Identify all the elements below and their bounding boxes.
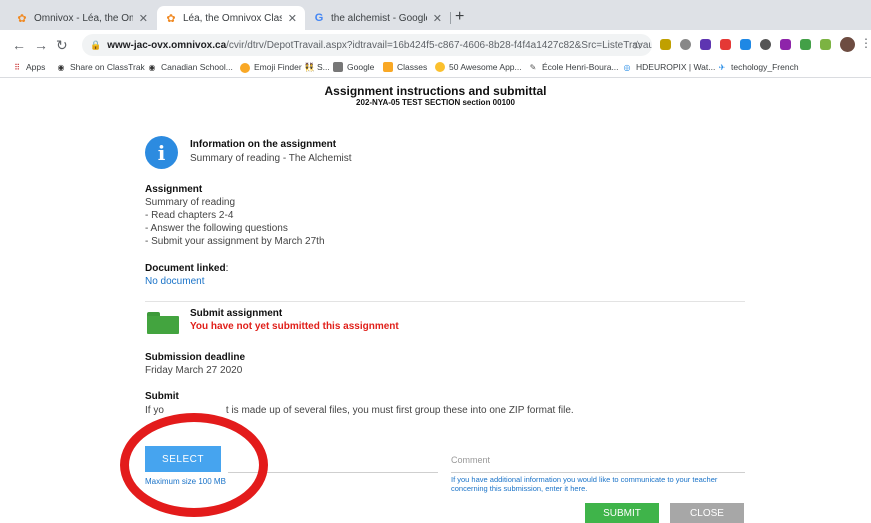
bookmark-label: techology_French <box>731 62 799 72</box>
comment-help-text: If you have additional information you w… <box>451 475 718 493</box>
tab-title: Omnivox - Léa, the Omnivox Cl <box>34 12 133 24</box>
bird-icon: ✈ <box>718 62 726 72</box>
bookmark-emoji-finder[interactable]: Emoji Finder 👯 S... <box>240 62 330 73</box>
omnivox-star-icon: ✿ <box>166 12 176 25</box>
document-linked-colon: : <box>225 263 229 274</box>
bookmark-classtrak[interactable]: ◉ Share on ClassTrak <box>56 62 145 72</box>
zip-instructions-start: If yo <box>145 405 164 416</box>
max-size-note: Maximum size 100 MB <box>145 477 226 486</box>
bookmark-techology-french[interactable]: ✈ techology_French <box>717 62 799 72</box>
info-title: Information on the assignment <box>190 139 337 150</box>
bookmarks-bar: ⠿ Apps ◉ Share on ClassTrak ◉ Canadian S… <box>0 60 871 78</box>
tab-omnivox-classroom[interactable]: ✿ Léa, the Omnivox Classroom - ✕ <box>157 6 305 30</box>
extension-icon[interactable] <box>800 39 811 50</box>
forward-icon[interactable]: → <box>34 37 48 53</box>
bookmark-ecole-henri[interactable]: ✎ École Henri-Boura... <box>528 62 619 72</box>
submission-deadline-label: Submission deadline <box>145 352 246 363</box>
tab-google-search[interactable]: G the alchemist - Google Search ✕ <box>305 6 450 30</box>
select-file-button[interactable]: SELECT <box>145 446 221 472</box>
document-linked-label: Document linked: <box>145 263 228 274</box>
submission-deadline-value: Friday March 27 2020 <box>145 365 243 376</box>
submit-button[interactable]: SUBMIT <box>585 503 659 523</box>
app-icon <box>435 62 445 72</box>
bookmark-label: 50 Awesome App... <box>449 62 522 72</box>
assignment-line: - Read chapters 2-4 <box>145 210 234 221</box>
tab-title: the alchemist - Google Search <box>331 12 427 24</box>
browser-tabstrip: ✿ Omnivox - Léa, the Omnivox Cl ✕ ✿ Léa,… <box>0 0 871 30</box>
not-submitted-warning: You have not yet submitted this assignme… <box>190 321 399 332</box>
bookmark-label: Google <box>347 62 375 72</box>
tab-omnivox-lea[interactable]: ✿ Omnivox - Léa, the Omnivox Cl ✕ <box>8 6 156 30</box>
folder-icon <box>147 312 179 334</box>
extension-icon[interactable] <box>760 39 771 50</box>
url-host: www-jac-ovx.omnivox.ca <box>107 39 227 51</box>
assignment-line: - Submit your assignment by March 27th <box>145 236 325 247</box>
bookmark-google[interactable]: Google <box>333 62 374 72</box>
course-section-subtitle: 202-NYA-05 TEST SECTION section 00100 <box>356 98 515 107</box>
close-button[interactable]: CLOSE <box>670 503 744 523</box>
section-divider <box>145 301 745 302</box>
bookmark-hdeuropix[interactable]: ◎ HDEUROPIX | Wat... <box>622 62 716 72</box>
comment-underline <box>451 472 745 473</box>
info-icon: i <box>145 136 178 169</box>
bookmark-label: Share on ClassTrak <box>70 62 145 72</box>
zip-instructions-end: t is made up of several files, you must … <box>225 405 574 416</box>
omnivox-star-icon: ✿ <box>17 12 27 25</box>
browser-menu-icon[interactable]: ⋮ <box>860 36 871 50</box>
assignment-line: - Answer the following questions <box>145 223 288 234</box>
page-title: Assignment instructions and submittal <box>324 84 547 98</box>
extension-icon[interactable] <box>720 39 731 50</box>
submit-assignment-title: Submit assignment <box>190 308 283 319</box>
bookmark-star-icon[interactable]: ☆ <box>632 38 643 52</box>
folder-icon <box>333 62 343 72</box>
google-icon: G <box>314 12 324 24</box>
no-document-link[interactable]: No document <box>145 276 204 287</box>
classroom-icon <box>383 62 393 72</box>
bookmark-label: Classes <box>397 62 428 72</box>
globe-icon: ◉ <box>57 62 65 72</box>
address-bar[interactable]: 🔒 www-jac-ovx.omnivox.ca/cvir/dtrv/Depot… <box>82 34 652 56</box>
selected-file-field[interactable] <box>228 472 438 473</box>
bookmark-label: École Henri-Boura... <box>542 62 619 72</box>
document-linked-label-text: Document linked <box>145 263 226 274</box>
feather-icon: ✎ <box>529 62 537 72</box>
tab-title: Léa, the Omnivox Classroom - <box>183 12 282 24</box>
bookmark-label: Emoji Finder 👯 S... <box>254 62 330 72</box>
new-tab-icon[interactable]: + <box>455 8 464 26</box>
bookmark-50-awesome-apps[interactable]: 50 Awesome App... <box>435 62 522 72</box>
info-subtitle: Summary of reading - The Alchemist <box>190 153 352 164</box>
bookmark-apps[interactable]: ⠿ Apps <box>12 62 45 72</box>
extension-icon[interactable] <box>780 39 791 50</box>
apps-grid-icon: ⠿ <box>14 62 20 72</box>
assignment-label: Assignment <box>145 184 203 195</box>
extension-icon[interactable] <box>680 39 691 50</box>
back-icon[interactable]: ← <box>12 37 26 53</box>
profile-avatar[interactable] <box>840 37 855 52</box>
extension-icon[interactable] <box>820 39 831 50</box>
bookmark-canadian-school[interactable]: ◉ Canadian School... <box>147 62 233 72</box>
lock-icon: 🔒 <box>90 39 102 50</box>
close-tab-icon[interactable]: ✕ <box>433 12 442 25</box>
url-path: /cvir/dtrv/DepotTravail.aspx?idtravail=1… <box>226 39 652 51</box>
emoji-icon <box>240 62 250 73</box>
close-tab-icon[interactable]: ✕ <box>139 12 148 25</box>
extension-icon[interactable] <box>700 39 711 50</box>
bookmark-classes[interactable]: Classes <box>383 62 427 72</box>
comment-input[interactable]: Comment <box>451 455 490 465</box>
globe-icon: ◉ <box>148 62 156 72</box>
assignment-line: Summary of reading <box>145 197 236 208</box>
bookmark-label: Apps <box>26 62 46 72</box>
reload-icon[interactable]: ↻ <box>56 37 68 54</box>
zip-instructions: If yo t is made up of several files, you … <box>145 405 574 416</box>
bookmark-label: Canadian School... <box>161 62 233 72</box>
tab-separator <box>450 12 451 24</box>
submit-label: Submit <box>145 391 179 402</box>
close-tab-icon[interactable]: ✕ <box>288 12 297 25</box>
extension-icon[interactable] <box>740 39 751 50</box>
globe-icon: ◎ <box>623 62 631 72</box>
bookmark-label: HDEUROPIX | Wat... <box>636 62 716 72</box>
extension-icon[interactable] <box>660 39 671 50</box>
